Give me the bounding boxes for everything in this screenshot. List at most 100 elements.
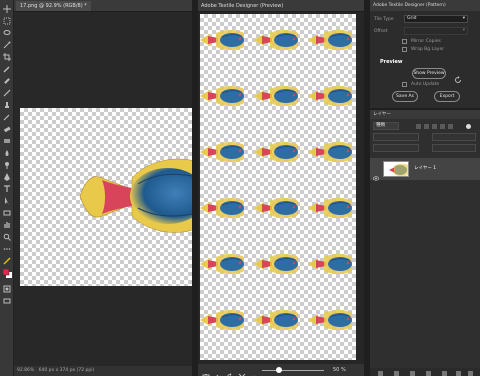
link-layers-icon[interactable] <box>378 371 383 376</box>
document-tab-bar: 17.png @ 92.9% (RGB/8) * <box>14 0 192 12</box>
zoom-slider-handle[interactable] <box>276 367 282 373</box>
save-as-button[interactable]: Save As <box>392 91 418 102</box>
mask-icon[interactable] <box>410 371 415 376</box>
pattern-tile <box>254 86 298 106</box>
preview-canvas[interactable] <box>200 14 356 360</box>
healing-brush-icon[interactable] <box>3 77 11 85</box>
layer-row[interactable]: レイヤー 1 <box>370 158 480 181</box>
pattern-panel-title: Adobe Textile Designer (Pattern) <box>373 3 446 8</box>
pattern-tile <box>254 310 298 330</box>
wrap-bg-checkbox[interactable] <box>402 47 407 52</box>
layers-footer <box>370 368 480 376</box>
layers-panel: レイヤー 種類 レイヤー 1 <box>370 108 480 376</box>
layers-panel-header: レイヤー <box>370 110 480 119</box>
eyedropper-icon[interactable] <box>3 65 11 73</box>
color-swatch-icon[interactable] <box>3 269 12 278</box>
screen-mode-icon[interactable] <box>3 297 11 305</box>
adjustment-icon[interactable] <box>426 371 431 376</box>
show-preview-button[interactable]: Show Preview <box>412 68 446 79</box>
pen-icon[interactable] <box>3 173 11 181</box>
pattern-tile <box>200 142 244 162</box>
filter-pixel-icon[interactable] <box>416 124 421 129</box>
zoom-icon[interactable] <box>3 233 11 241</box>
preview-panel-title: Adobe Textile Designer (Preview) <box>201 3 284 9</box>
brush-icon[interactable] <box>3 89 11 97</box>
tools-panel <box>0 0 14 376</box>
link-icon[interactable] <box>214 366 222 376</box>
document-tab[interactable]: 17.png @ 92.9% (RGB/8) * <box>16 1 91 11</box>
mirror-copies-checkbox[interactable] <box>402 39 407 44</box>
pattern-tile <box>308 86 352 106</box>
auto-update-label: Auto Update <box>411 82 440 87</box>
preview-settings-icon[interactable] <box>202 366 210 376</box>
filter-type-icon[interactable] <box>432 124 437 129</box>
pattern-tile <box>200 30 244 50</box>
blur-icon[interactable] <box>3 149 11 157</box>
pattern-panel-header: Adobe Textile Designer (Pattern) <box>370 0 480 11</box>
more-tools-icon[interactable] <box>3 245 11 253</box>
marquee-icon[interactable] <box>3 17 11 25</box>
pattern-tile <box>254 30 298 50</box>
lasso-icon[interactable] <box>3 29 11 37</box>
offset-select[interactable]: ▾ <box>404 27 468 35</box>
status-bar: 92.86% 640 px x 374 px (72 ppi) <box>14 366 192 376</box>
blend-mode-select[interactable] <box>373 133 419 141</box>
layer-filter-select[interactable]: 種類 <box>373 122 399 130</box>
gradient-icon[interactable] <box>3 137 11 145</box>
clone-stamp-icon[interactable] <box>3 101 11 109</box>
pattern-tile <box>200 198 244 218</box>
pattern-tile <box>254 254 298 274</box>
preview-section-title: Preview <box>380 59 403 65</box>
zoom-slider[interactable] <box>262 370 324 371</box>
pattern-tile <box>308 254 352 274</box>
status-zoom[interactable]: 92.86% <box>17 368 34 373</box>
rectangle-icon[interactable] <box>3 209 11 217</box>
pattern-tiles <box>200 30 352 330</box>
status-info: 640 px x 374 px (72 ppi) <box>38 368 95 373</box>
zoom-out-icon[interactable] <box>238 366 246 376</box>
dodge-icon[interactable] <box>3 161 11 169</box>
path-selection-icon[interactable] <box>3 197 11 205</box>
refresh-icon[interactable] <box>454 69 462 83</box>
document-workspace[interactable] <box>14 12 192 366</box>
auto-update-checkbox[interactable] <box>402 82 407 87</box>
layers-panel-title: レイヤー <box>373 112 391 117</box>
hand-icon[interactable] <box>3 221 11 229</box>
refresh-icon[interactable] <box>226 366 234 376</box>
mirror-copies-label: Mirror Copies <box>411 39 441 44</box>
filter-toggle-icon[interactable] <box>466 124 471 129</box>
layer-name[interactable]: レイヤー 1 <box>414 158 436 180</box>
export-button[interactable]: Export <box>434 91 460 102</box>
opacity-field[interactable] <box>432 133 476 141</box>
type-icon[interactable] <box>3 185 11 193</box>
filter-adjustment-icon[interactable] <box>424 124 429 129</box>
lock-controls[interactable] <box>373 144 419 152</box>
wrap-bg-label: Wrap Bg Layer <box>411 47 445 52</box>
pattern-tile <box>308 310 352 330</box>
filter-shape-icon[interactable] <box>440 124 445 129</box>
pattern-tile <box>308 142 352 162</box>
layer-filter-value: 種類 <box>376 123 385 128</box>
eye-icon[interactable] <box>372 166 380 181</box>
move-icon[interactable] <box>3 5 11 13</box>
chevron-down-icon: ▾ <box>462 28 465 33</box>
new-layer-icon[interactable] <box>456 371 461 376</box>
preview-panel-header: Adobe Textile Designer (Preview) <box>198 0 366 12</box>
filter-smart-object-icon[interactable] <box>448 124 453 129</box>
tile-type-value: Grid <box>407 16 417 21</box>
pattern-tile <box>254 198 298 218</box>
folder-icon[interactable] <box>442 371 447 376</box>
history-brush-icon[interactable] <box>3 113 11 121</box>
eraser-icon[interactable] <box>3 125 11 133</box>
zoom-in-icon[interactable] <box>250 366 258 376</box>
crop-icon[interactable] <box>3 53 11 61</box>
edit-toolbar-icon[interactable] <box>3 257 11 265</box>
quick-mask-icon[interactable] <box>3 285 11 293</box>
fill-field[interactable] <box>432 144 476 152</box>
fx-icon[interactable] <box>394 371 399 376</box>
panel-divider[interactable] <box>192 0 198 376</box>
trash-icon[interactable] <box>468 371 473 376</box>
magic-wand-icon[interactable] <box>3 41 11 49</box>
tile-type-select[interactable]: Grid ▾ <box>404 15 468 23</box>
document-canvas[interactable] <box>20 108 192 286</box>
